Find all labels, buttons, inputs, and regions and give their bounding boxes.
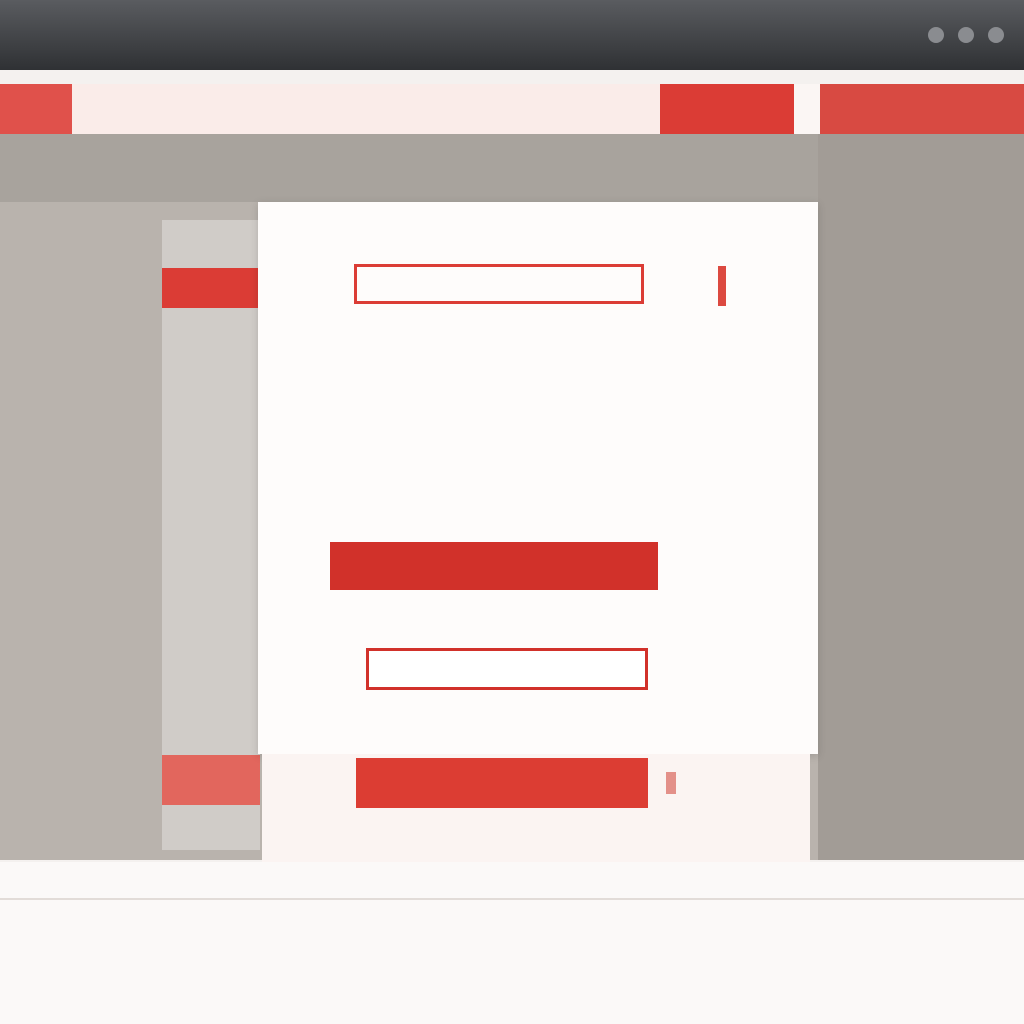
sidebar-item-1[interactable] <box>162 220 260 260</box>
close-icon[interactable] <box>988 27 1004 43</box>
sidebar-item-3[interactable] <box>162 316 260 356</box>
secondary-button[interactable] <box>366 648 648 690</box>
tab-strip <box>0 84 1024 134</box>
footer-divider <box>0 898 1024 900</box>
bottom-action-strip <box>262 754 810 862</box>
tab-4[interactable] <box>820 84 1024 134</box>
status-footer <box>0 862 1024 1024</box>
bottom-action-button[interactable] <box>356 758 648 808</box>
window-title-bar <box>0 0 1024 70</box>
info-marker-icon <box>718 266 726 306</box>
tab-2[interactable] <box>72 84 660 134</box>
tab-3[interactable] <box>660 84 794 134</box>
right-pane <box>818 134 1024 860</box>
dialog-card <box>258 202 818 754</box>
action-marker-icon <box>666 772 676 794</box>
sidebar-item-2[interactable] <box>162 268 260 308</box>
tab-1[interactable] <box>0 84 72 134</box>
minimize-icon[interactable] <box>928 27 944 43</box>
maximize-icon[interactable] <box>958 27 974 43</box>
dialog-heading <box>354 264 644 304</box>
primary-button[interactable] <box>330 542 658 590</box>
workspace-header-band <box>0 134 818 202</box>
window-controls <box>928 27 1004 43</box>
sidebar-footer-item[interactable] <box>162 755 260 805</box>
sidebar <box>162 220 260 850</box>
